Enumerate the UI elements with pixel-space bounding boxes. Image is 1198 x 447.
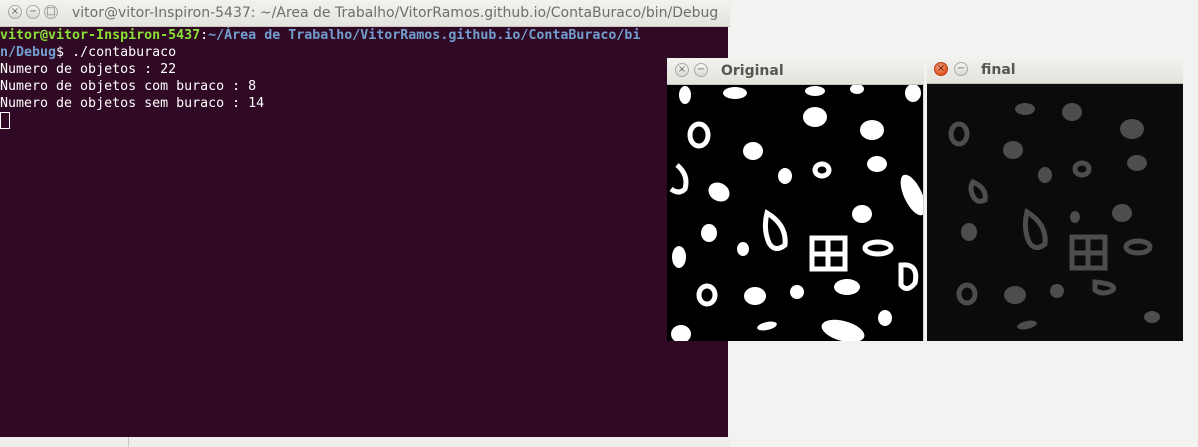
blob — [1015, 103, 1035, 115]
blob — [790, 285, 804, 299]
original-titlebar[interactable]: × − Original — [667, 58, 924, 85]
minimize-icon: − — [696, 64, 706, 75]
blob — [1038, 167, 1052, 183]
final-title: final — [981, 62, 1016, 78]
blob — [1070, 211, 1080, 223]
blob — [1127, 155, 1147, 171]
final-titlebar[interactable]: × − final — [927, 57, 1183, 84]
blob — [672, 246, 686, 268]
close-icon: × — [677, 64, 687, 75]
close-icon: × — [936, 63, 946, 74]
blob — [1003, 141, 1023, 159]
original-image — [667, 85, 923, 341]
minimize-icon: − — [956, 63, 966, 74]
blob — [860, 120, 884, 140]
output-line: Numero de objetos : 22 — [0, 62, 177, 77]
blob — [803, 107, 827, 127]
blob — [852, 205, 872, 223]
output-line: Numero de objetos sem buraco : 14 — [0, 96, 265, 111]
terminal-command: ./contaburaco — [72, 45, 177, 60]
blob — [961, 223, 977, 241]
blob — [1062, 103, 1082, 121]
prompt-end: $ — [56, 45, 73, 60]
blob — [805, 86, 825, 96]
minimize-button[interactable]: − — [26, 5, 40, 19]
blob — [878, 310, 892, 326]
prompt-separator: : — [200, 28, 209, 43]
blob — [701, 224, 717, 242]
blob — [867, 156, 887, 172]
blob — [1004, 286, 1026, 304]
blob — [778, 168, 792, 184]
terminal-titlebar[interactable]: × − □ vitor@vitor-Inspiron-5437: ~/Área … — [0, 0, 730, 27]
blob — [1112, 204, 1132, 222]
close-button[interactable]: × — [8, 5, 22, 19]
original-title: Original — [721, 63, 784, 79]
maximize-icon: □ — [46, 6, 56, 17]
maximize-button[interactable]: □ — [44, 5, 58, 19]
terminal-cursor — [0, 112, 10, 129]
close-button[interactable]: × — [675, 63, 689, 77]
blob — [1144, 311, 1160, 323]
blob — [834, 279, 860, 295]
blob — [737, 242, 749, 256]
final-image — [927, 84, 1183, 341]
blob — [1050, 284, 1064, 298]
minimize-button[interactable]: − — [954, 62, 968, 76]
divider — [128, 437, 129, 447]
blob — [743, 142, 763, 160]
blob — [679, 86, 691, 104]
terminal-window: × − □ vitor@vitor-Inspiron-5437: ~/Área … — [0, 0, 730, 437]
blob — [1120, 119, 1144, 139]
minimize-button[interactable]: − — [694, 63, 708, 77]
close-icon: × — [10, 6, 20, 17]
original-image-window: × − Original — [667, 58, 924, 341]
terminal-title: vitor@vitor-Inspiron-5437: ~/Área de Tra… — [72, 5, 719, 21]
window-bottom-strip — [0, 437, 730, 447]
terminal-screen[interactable]: vitor@vitor-Inspiron-5437:~/Área de Trab… — [0, 27, 728, 437]
minimize-icon: − — [28, 6, 38, 17]
blob — [744, 287, 766, 305]
close-button[interactable]: × — [934, 62, 948, 76]
prompt-user: vitor@vitor-Inspiron-5437 — [0, 28, 201, 43]
blob — [723, 87, 747, 99]
prompt-path: ~/Área de Trabalho/VitorRamos.github.io/… — [208, 28, 641, 43]
final-image-window: × − final — [927, 57, 1183, 341]
output-line: Numero de objetos com buraco : 8 — [0, 79, 257, 94]
prompt-path-continued: n/Debug — [0, 45, 57, 60]
